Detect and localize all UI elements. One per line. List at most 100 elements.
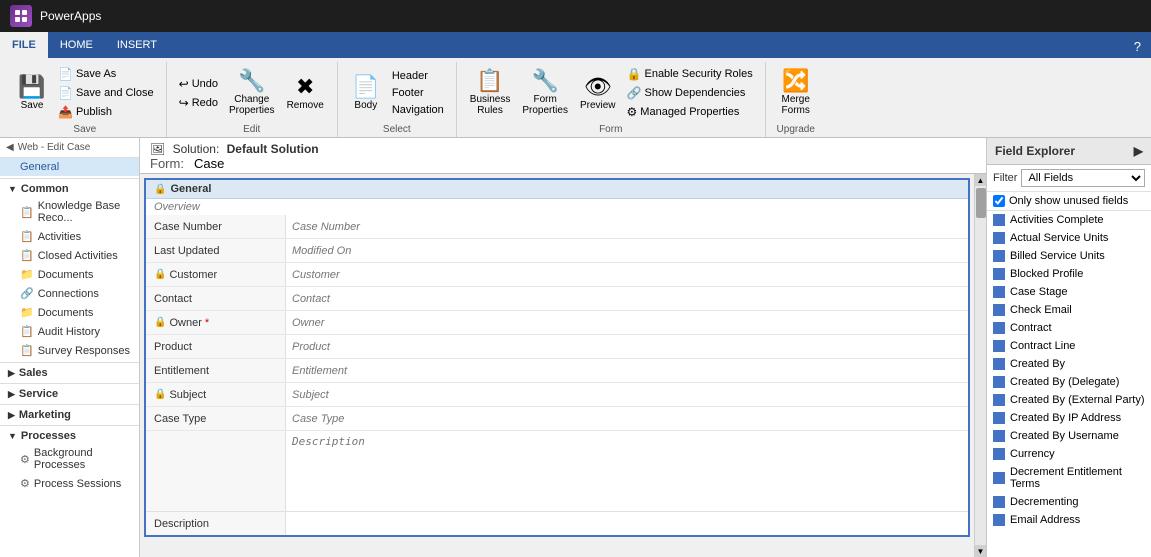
merge-forms-button[interactable]: 🔀 MergeForms [776,67,816,119]
sidebar-item-connections[interactable]: 🔗 Connections [0,284,139,303]
form-subsection: Overview [146,199,968,215]
field-row-contact: Contact [146,287,968,311]
save-button[interactable]: 💾 Save [12,73,52,114]
fe-field-activities-complete[interactable]: Activities Complete [987,211,1151,229]
field-input-case-type[interactable] [286,407,968,430]
fe-field-created-by[interactable]: Created By [987,355,1151,373]
navigation-button[interactable]: Navigation [388,102,448,118]
sidebar-item-activities[interactable]: 📋 Activities [0,227,139,246]
fe-field-decrement-entitlement[interactable]: Decrement Entitlement Terms [987,463,1151,493]
remove-button[interactable]: ✖ Remove [282,73,329,114]
field-input-product[interactable] [286,335,968,358]
publish-button[interactable]: 📤 Publish [54,103,158,121]
app-icon [10,5,32,27]
field-label-case-type: Case Type [146,407,286,430]
breadcrumb-web-edit: ◀ Web - Edit Case [0,138,139,158]
footer-button[interactable]: Footer [388,85,448,101]
sidebar: ◀ Web - Edit Case General ▼ Common 📋 Kno… [0,138,140,557]
save-as-icon: 📄 [58,67,73,81]
fe-fields-list: Activities Complete Actual Service Units… [987,211,1151,557]
solution-line: 🖼 Solution: Default Solution [150,142,976,156]
sidebar-item-bg-processes[interactable]: ⚙ Background Processes [0,444,139,474]
business-rules-button[interactable]: 📋 BusinessRules [465,67,516,119]
fe-field-check-email[interactable]: Check Email [987,301,1151,319]
fe-field-billed-service[interactable]: Billed Service Units [987,247,1151,265]
undo-button[interactable]: ↩ Undo [175,75,222,93]
header-button[interactable]: Header [388,68,448,84]
fe-field-created-by-external[interactable]: Created By (External Party) [987,391,1151,409]
sidebar-item-process-sessions[interactable]: ⚙ Process Sessions [0,474,139,493]
field-label-description-area [146,431,286,511]
form-section-general: 🔒 General Overview Case Number [144,178,970,537]
field-input-customer[interactable] [286,263,968,286]
fe-filter-select[interactable]: All Fields [1021,169,1145,187]
show-dependencies-button[interactable]: 🔗 Show Dependencies [623,84,757,102]
fe-field-created-by-delegate[interactable]: Created By (Delegate) [987,373,1151,391]
closed-activities-icon: 📋 [20,249,34,262]
fe-field-email-address[interactable]: Email Address [987,511,1151,529]
field-row-last-updated: Last Updated [146,239,968,263]
sidebar-item-closed-activities[interactable]: 📋 Closed Activities [0,246,139,265]
save-as-button[interactable]: 📄 Save As [54,65,158,83]
solution-bar: 🖼 Solution: Default Solution Form: Case [140,138,986,174]
scroll-thumb[interactable] [976,188,986,218]
save-close-button[interactable]: 📄 Save and Close [54,84,158,102]
fe-field-currency[interactable]: Currency [987,445,1151,463]
field-input-case-number[interactable] [286,215,968,238]
fe-field-created-by-username[interactable]: Created By Username [987,427,1151,445]
field-label-case-number: Case Number [146,215,286,238]
scroll-track [975,186,986,545]
fe-unused-checkbox[interactable] [993,195,1005,207]
sidebar-item-kb-reco[interactable]: 📋 Knowledge Base Reco... [0,197,139,227]
save-icon: 💾 [18,76,45,98]
field-row-product: Product [146,335,968,359]
field-input-last-updated[interactable] [286,239,968,262]
scroll-down-arrow[interactable]: ▼ [975,545,986,557]
fe-field-contract[interactable]: Contract [987,319,1151,337]
body-button[interactable]: 📄 Body [346,73,386,114]
fe-field-icon-1 [993,232,1005,244]
solution-icon: 🖼 [150,142,165,156]
enable-security-button[interactable]: 🔒 Enable Security Roles [623,65,757,83]
fe-field-decrementing[interactable]: Decrementing [987,493,1151,511]
solution-name: Default Solution [227,142,319,156]
sidebar-section-common[interactable]: ▼ Common [0,178,139,197]
field-input-entitlement[interactable] [286,359,968,382]
sidebar-section-marketing[interactable]: ▶ Marketing [0,404,139,423]
field-input-description-area[interactable] [286,431,968,511]
sidebar-section-sales[interactable]: ▶ Sales [0,362,139,381]
managed-properties-button[interactable]: ⚙ Managed Properties [623,103,757,121]
redo-button[interactable]: ↪ Redo [175,94,222,112]
fe-field-icon-12 [993,430,1005,442]
field-input-contact[interactable] [286,287,968,310]
fe-field-case-stage[interactable]: Case Stage [987,283,1151,301]
owner-req-icon: 🔒 [154,317,166,328]
sidebar-section-service[interactable]: ▶ Service [0,383,139,402]
fe-field-blocked-profile[interactable]: Blocked Profile [987,265,1151,283]
sidebar-item-general[interactable]: General [0,158,139,176]
section-lock-icon: 🔒 [154,184,166,195]
tab-home[interactable]: HOME [48,32,105,58]
fe-field-actual-service[interactable]: Actual Service Units [987,229,1151,247]
change-properties-button[interactable]: 🔧 ChangeProperties [224,67,280,119]
help-button[interactable]: ? [1124,35,1151,58]
fe-field-icon-15 [993,496,1005,508]
field-row-description-label: Description [146,511,968,535]
fe-field-contract-line[interactable]: Contract Line [987,337,1151,355]
field-input-subject[interactable] [286,383,968,406]
preview-button[interactable]: 👁 Preview [575,73,621,114]
sidebar-item-audit-history[interactable]: 📋 Audit History [0,322,139,341]
audit-icon: 📋 [20,325,34,338]
sidebar-item-documents-2[interactable]: 📁 Documents [0,303,139,322]
sidebar-item-documents-1[interactable]: 📁 Documents [0,265,139,284]
tab-insert[interactable]: INSERT [105,32,169,58]
docs-icon-1: 📁 [20,268,34,281]
tab-file[interactable]: FILE [0,32,48,58]
field-explorer-expand-icon[interactable]: ▶ [1134,144,1143,158]
fe-field-created-by-ip[interactable]: Created By IP Address [987,409,1151,427]
sidebar-item-survey-responses[interactable]: 📋 Survey Responses [0,341,139,360]
sidebar-section-processes[interactable]: ▼ Processes [0,425,139,444]
field-input-owner[interactable] [286,311,968,334]
scroll-up-arrow[interactable]: ▲ [975,174,986,186]
form-properties-button[interactable]: 🔧 FormProperties [517,67,573,119]
